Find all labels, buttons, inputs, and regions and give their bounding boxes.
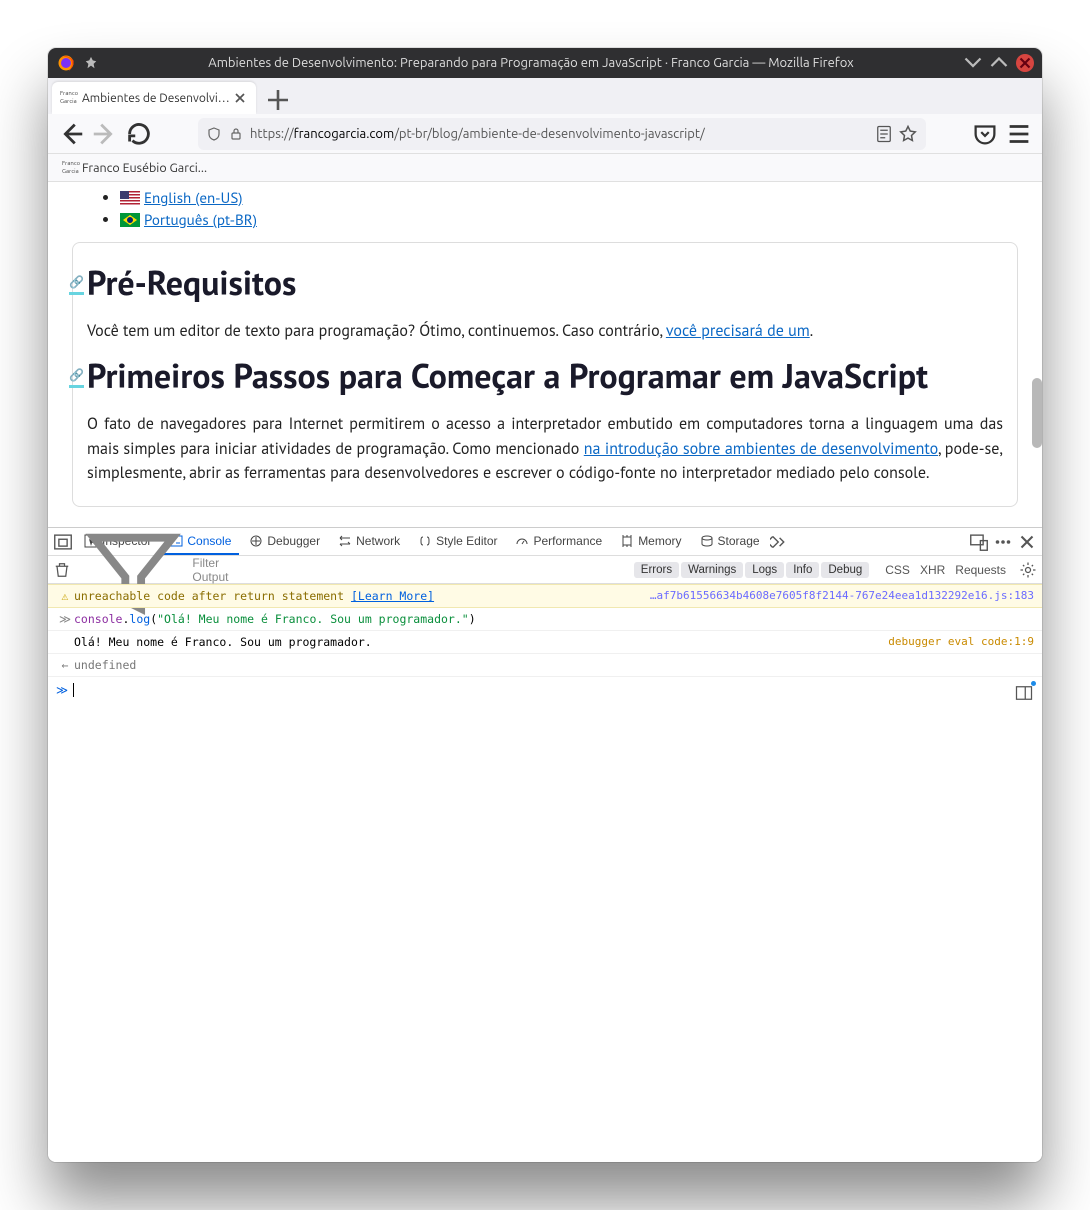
log-level-chips: Errors Warnings Logs Info Debug xyxy=(634,562,869,578)
bookmark-item[interactable]: Franco Garcia Franco Eusébio Garci... xyxy=(56,158,213,178)
cat-css[interactable]: CSS xyxy=(885,563,910,577)
article-body: 🔗Pré-Requisitos Você tem um editor de te… xyxy=(72,242,1018,507)
source-link[interactable]: …af7b61556634b4608e7605f8f2144-767e24eea… xyxy=(650,587,1034,605)
memory-icon xyxy=(620,534,634,548)
paragraph: Você tem um editor de texto para program… xyxy=(87,319,1003,344)
new-tab-button[interactable] xyxy=(264,86,292,114)
lang-en-link[interactable]: English (en-US) xyxy=(120,189,243,208)
reader-mode-icon[interactable] xyxy=(874,124,894,144)
split-console-icon[interactable] xyxy=(1014,683,1034,703)
pin-icon[interactable] xyxy=(84,56,98,70)
lang-pt-link[interactable]: Português (pt-BR) xyxy=(120,211,257,230)
prompt-icon: ≫ xyxy=(56,683,70,703)
us-flag-icon xyxy=(120,191,140,205)
console-filter-bar: Filter Output Errors Warnings Logs Info … xyxy=(48,556,1042,584)
style-icon xyxy=(418,534,432,548)
chip-logs[interactable]: Logs xyxy=(745,562,784,578)
console-warning-row[interactable]: ⚠ unreachable code after return statemen… xyxy=(48,584,1042,608)
tab-performance[interactable]: Performance xyxy=(507,528,610,555)
network-icon xyxy=(338,534,352,548)
titlebar: Ambientes de Desenvolvimento: Preparando… xyxy=(48,48,1042,78)
favicon: Franco Garcia xyxy=(60,90,76,106)
cat-xhr[interactable]: XHR xyxy=(920,563,945,577)
cat-requests[interactable]: Requests xyxy=(955,563,1006,577)
learn-more-link[interactable]: [Learn More] xyxy=(351,589,434,603)
maximize-button[interactable] xyxy=(990,54,1008,72)
tab-strip: Franco Garcia Ambientes de Desenvolvimen xyxy=(48,78,1042,114)
intro-link[interactable]: na introdução sobre ambientes de desenvo… xyxy=(584,439,938,459)
bookmark-label: Franco Eusébio Garci... xyxy=(82,161,207,175)
heading-prerequisites: 🔗Pré-Requisitos xyxy=(87,261,1003,305)
tab-network[interactable]: Network xyxy=(330,528,408,555)
back-button[interactable] xyxy=(56,119,86,149)
debugger-icon xyxy=(249,534,263,548)
devtools-panel: Inspector Console Debugger Network Style… xyxy=(48,527,1042,1162)
shield-icon[interactable] xyxy=(206,126,222,142)
page-content: English (en-US) Português (pt-BR) 🔗Pré-R… xyxy=(48,182,1042,1162)
window-title: Ambientes de Desenvolvimento: Preparando… xyxy=(98,56,964,70)
scrollbar-thumb[interactable] xyxy=(1032,378,1042,448)
warning-icon: ⚠ xyxy=(56,587,74,605)
firefox-icon xyxy=(56,53,76,73)
br-flag-icon xyxy=(120,213,140,227)
console-settings-icon[interactable] xyxy=(1018,560,1038,580)
tab-storage[interactable]: Storage xyxy=(692,528,768,555)
tab-close-icon[interactable] xyxy=(232,90,248,106)
chip-info[interactable]: Info xyxy=(786,562,819,578)
forward-button[interactable] xyxy=(90,119,120,149)
kebab-menu-icon[interactable] xyxy=(992,531,1014,553)
navbar: https://francogarcia.com/pt-br/blog/ambi… xyxy=(48,114,1042,154)
heading-first-steps: 🔗Primeiros Passos para Começar a Program… xyxy=(87,354,1003,398)
overflow-icon[interactable] xyxy=(770,531,792,553)
console-prompt[interactable]: ≫ xyxy=(48,677,1042,709)
storage-icon xyxy=(700,534,714,548)
bookmarks-bar: Franco Garcia Franco Eusébio Garci... xyxy=(48,154,1042,182)
bookmark-star-icon[interactable] xyxy=(898,124,918,144)
editor-link[interactable]: você precisará de um xyxy=(666,321,810,341)
anchor-link-icon[interactable]: 🔗 xyxy=(69,368,84,388)
tab-debugger[interactable]: Debugger xyxy=(241,528,328,555)
iframe-picker-icon[interactable] xyxy=(52,531,74,553)
close-button[interactable] xyxy=(1016,54,1034,72)
paragraph: O fato de navegadores para Internet perm… xyxy=(87,412,1003,486)
browser-tab[interactable]: Franco Garcia Ambientes de Desenvolvimen xyxy=(52,82,256,114)
tab-style-editor[interactable]: Style Editor xyxy=(410,528,505,555)
clear-console-icon[interactable] xyxy=(52,560,72,580)
text-cursor xyxy=(73,683,74,697)
return-arrow-icon: ← xyxy=(56,656,74,674)
chip-warnings[interactable]: Warnings xyxy=(681,562,743,578)
favicon: Franco Garcia xyxy=(62,160,78,176)
console-return-row[interactable]: ← undefined xyxy=(48,654,1042,677)
chip-errors[interactable]: Errors xyxy=(634,562,679,578)
source-link[interactable]: debugger eval code:1:9 xyxy=(888,633,1034,651)
filter-categories: CSS XHR Requests xyxy=(885,563,1006,577)
anchor-link-icon[interactable]: 🔗 xyxy=(69,275,84,295)
performance-icon xyxy=(515,534,529,548)
console-input-row[interactable]: ≫ console.log("Olá! Meu nome é Franco. S… xyxy=(48,608,1042,631)
chip-debug[interactable]: Debug xyxy=(821,562,869,578)
url-text: https://francogarcia.com/pt-br/blog/ambi… xyxy=(250,127,870,141)
devtools-close-icon[interactable] xyxy=(1016,531,1038,553)
input-prompt-icon: ≫ xyxy=(56,610,74,628)
tab-memory[interactable]: Memory xyxy=(612,528,689,555)
url-bar[interactable]: https://francogarcia.com/pt-br/blog/ambi… xyxy=(198,118,926,150)
responsive-mode-icon[interactable] xyxy=(968,531,990,553)
console-output: ⚠ unreachable code after return statemen… xyxy=(48,584,1042,1162)
menu-button[interactable] xyxy=(1004,119,1034,149)
reload-button[interactable] xyxy=(124,119,154,149)
language-list: English (en-US) Português (pt-BR) xyxy=(72,188,1018,230)
console-output-row[interactable]: Olá! Meu nome é Franco. Sou um programad… xyxy=(48,631,1042,654)
pocket-icon[interactable] xyxy=(970,119,1000,149)
tab-title: Ambientes de Desenvolvimen xyxy=(82,92,232,105)
lock-icon[interactable] xyxy=(228,126,244,142)
minimize-button[interactable] xyxy=(964,54,982,72)
